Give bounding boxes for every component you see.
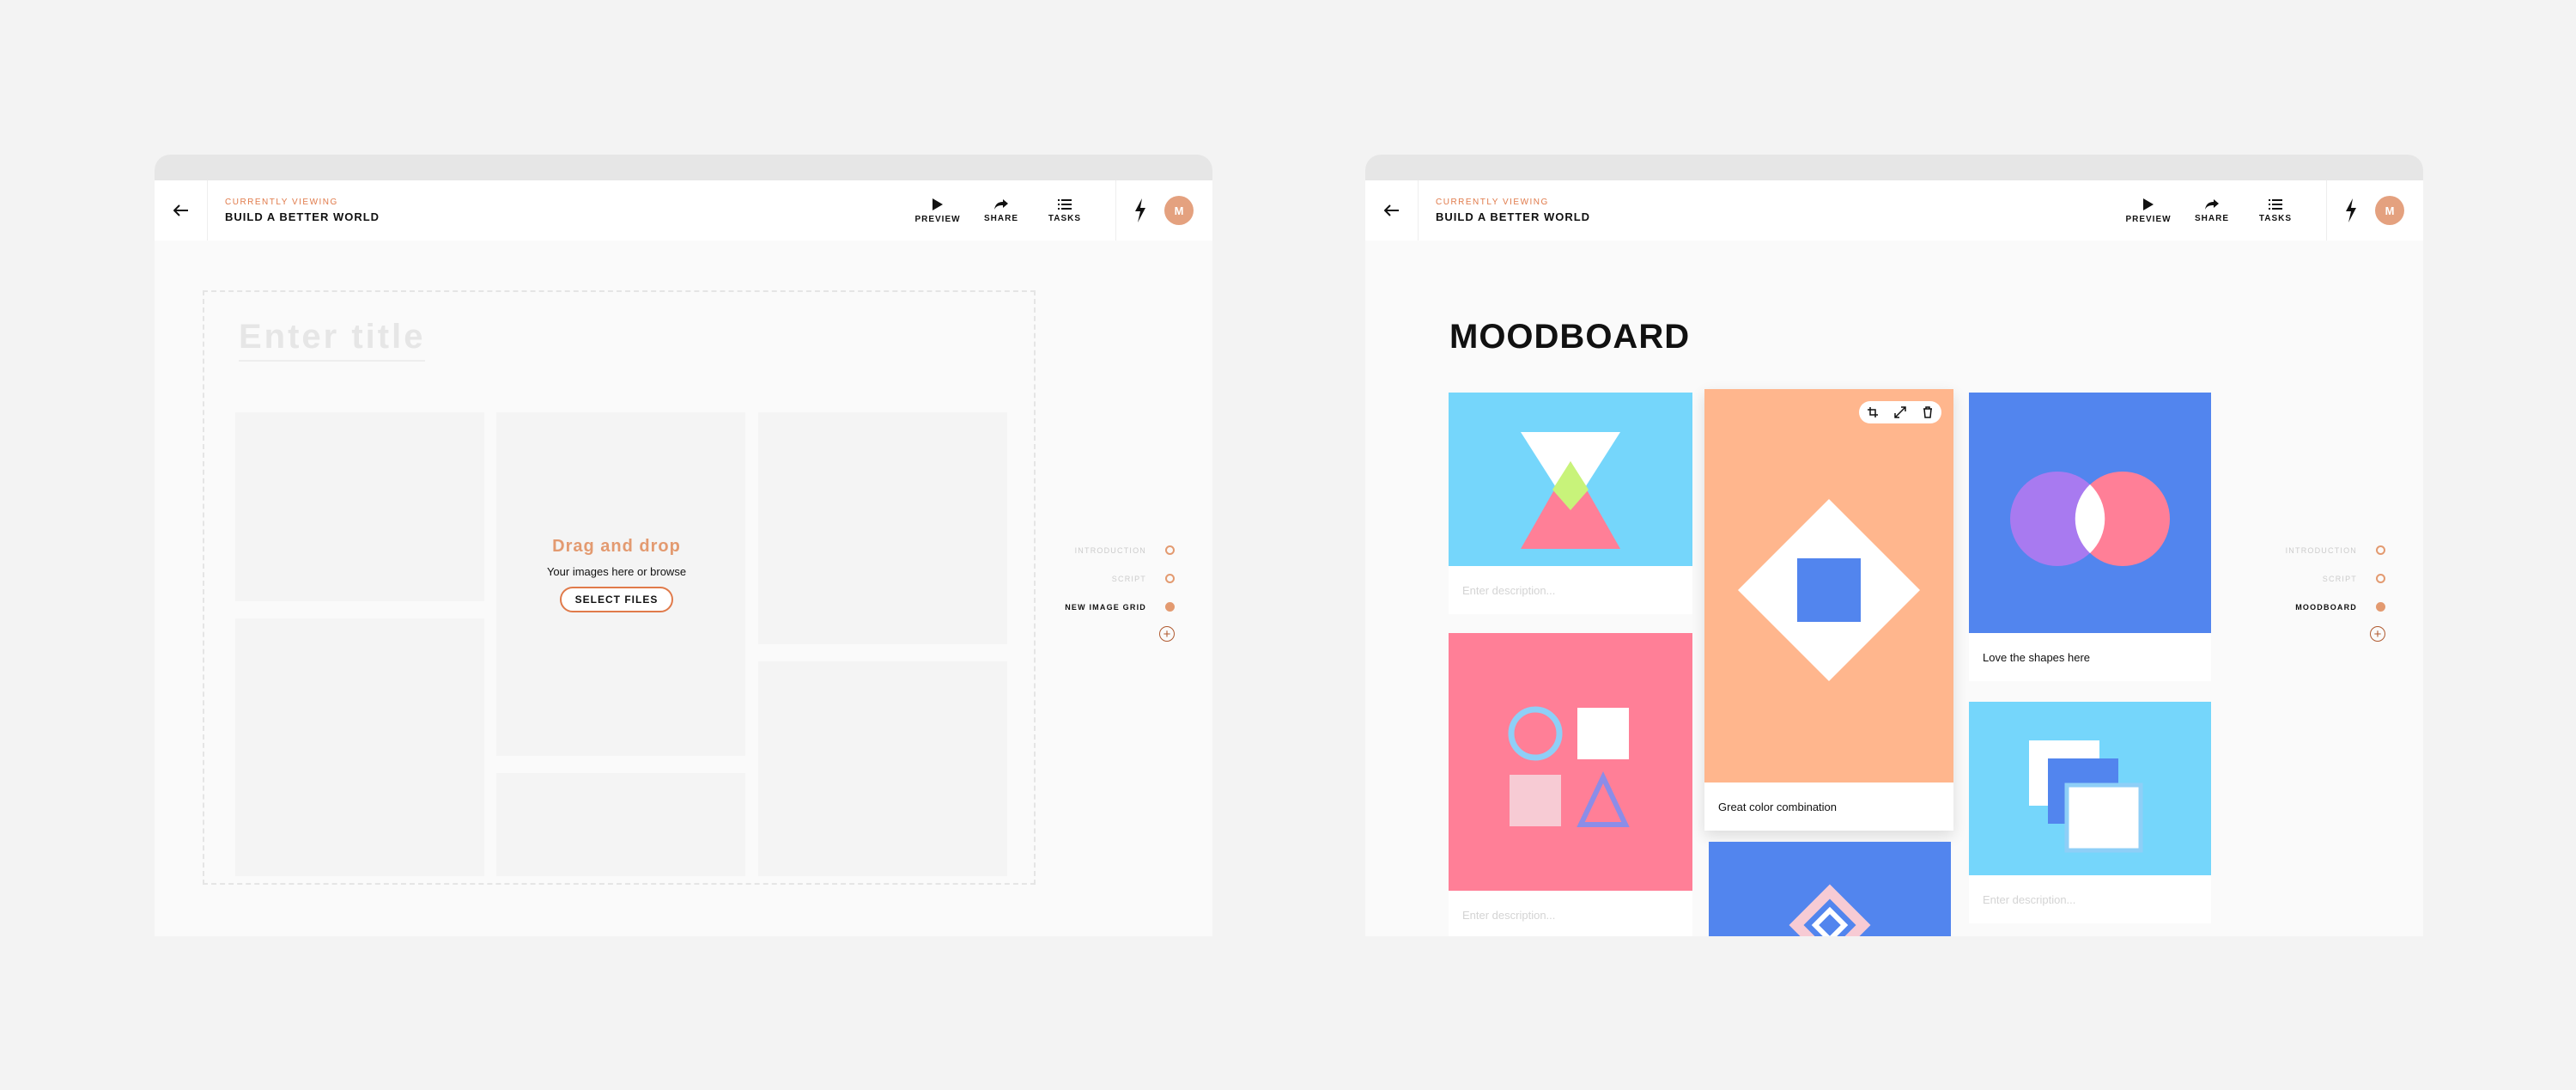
tasks-label: TASKS xyxy=(2258,213,2293,223)
tasks-label: TASKS xyxy=(1048,213,1082,223)
currently-viewing-label: CURRENTLY VIEWING xyxy=(225,198,338,207)
tasks-button[interactable]: TASKS xyxy=(1033,198,1097,223)
lightning-bolt-icon xyxy=(1135,198,1145,222)
share-label: SHARE xyxy=(983,213,1018,223)
nav-dot xyxy=(2376,545,2385,555)
list-icon xyxy=(2269,198,2282,210)
stacked-squares-image xyxy=(1969,702,2211,875)
shapes-collection-image xyxy=(1449,633,1692,891)
preview-label: PREVIEW xyxy=(914,214,961,224)
currently-viewing-label: CURRENTLY VIEWING xyxy=(1436,198,1549,207)
moodboard-card-hovered[interactable]: Great color combination xyxy=(1704,389,1953,831)
nav-item-introduction[interactable]: INTRODUCTION xyxy=(2214,536,2385,564)
bolt-button[interactable] xyxy=(1116,198,1164,222)
window-chrome xyxy=(1365,155,2423,180)
share-button[interactable]: SHARE xyxy=(2180,198,2244,223)
preview-button[interactable]: PREVIEW xyxy=(2117,198,2180,224)
add-section-button[interactable]: + xyxy=(1003,626,1175,642)
top-bar: CURRENTLY VIEWING BUILD A BETTER WORLD P… xyxy=(1365,180,2423,241)
nav-item-new-image-grid[interactable]: NEW IMAGE GRID xyxy=(1003,593,1175,621)
moodboard-card[interactable]: Love the shapes here xyxy=(1969,393,2211,681)
arrow-left-icon xyxy=(173,204,188,216)
preview-label: PREVIEW xyxy=(2125,214,2172,224)
preview-button[interactable]: PREVIEW xyxy=(906,198,969,224)
nav-label: NEW IMAGE GRID xyxy=(1065,602,1146,612)
avatar[interactable]: M xyxy=(2375,196,2404,225)
card-toolbar xyxy=(1859,401,1941,423)
placeholder-tile xyxy=(235,412,484,601)
description-text[interactable]: Great color combination xyxy=(1704,782,1953,831)
nav-label: INTRODUCTION xyxy=(2285,545,2357,555)
nav-item-script[interactable]: SCRIPT xyxy=(1003,564,1175,593)
description-text[interactable]: Love the shapes here xyxy=(1969,633,2211,681)
moodboard-card[interactable] xyxy=(1709,842,1951,936)
plus-icon: + xyxy=(2370,626,2385,642)
placeholder-tile xyxy=(235,618,484,876)
editor-window-empty: CURRENTLY VIEWING BUILD A BETTER WORLD P… xyxy=(155,155,1212,936)
share-arrow-icon xyxy=(2205,198,2219,210)
trash-icon[interactable] xyxy=(1923,406,1933,418)
avatar[interactable]: M xyxy=(1164,196,1194,225)
nav-dot-active xyxy=(2376,602,2385,612)
nav-dot xyxy=(1165,545,1175,555)
diamond-square-image xyxy=(1704,389,1953,782)
drag-and-drop-heading: Drag and drop xyxy=(552,537,681,556)
moodboard-card[interactable]: Enter description... xyxy=(1969,702,2211,923)
description-input[interactable]: Enter description... xyxy=(1449,566,1692,614)
nav-label: SCRIPT xyxy=(2322,574,2357,583)
arrow-left-icon xyxy=(1383,204,1399,216)
drag-and-drop-subtext: Your images here or browse xyxy=(546,565,687,578)
lightning-bolt-icon xyxy=(2346,198,2356,222)
nav-item-introduction[interactable]: INTRODUCTION xyxy=(1003,536,1175,564)
nav-dot xyxy=(1165,574,1175,583)
section-nav: INTRODUCTION SCRIPT MOODBOARD + xyxy=(2214,536,2385,642)
image-grid-dropzone[interactable]: Enter title Drag and drop Your images he… xyxy=(203,290,1036,885)
overlapping-circles-image xyxy=(1969,393,2211,633)
description-input[interactable]: Enter description... xyxy=(1969,875,2211,923)
top-bar: CURRENTLY VIEWING BUILD A BETTER WORLD P… xyxy=(155,180,1212,241)
nav-label: MOODBOARD xyxy=(2295,602,2357,612)
nav-dot-active xyxy=(1165,602,1175,612)
window-chrome xyxy=(155,155,1212,180)
list-icon xyxy=(1058,198,1072,210)
placeholder-tile xyxy=(758,661,1007,876)
project-title: BUILD A BETTER WORLD xyxy=(1436,210,1591,223)
title-input[interactable]: Enter title xyxy=(239,318,426,362)
moodboard-card[interactable]: Enter description... xyxy=(1449,393,1692,614)
nested-diamond-image xyxy=(1709,842,1951,936)
crop-icon[interactable] xyxy=(1867,407,1878,417)
add-section-button[interactable]: + xyxy=(2214,626,2385,642)
play-icon xyxy=(933,198,943,210)
drop-instructions: Drag and drop Your images here or browse… xyxy=(488,537,745,612)
share-button[interactable]: SHARE xyxy=(969,198,1033,223)
tasks-button[interactable]: TASKS xyxy=(2244,198,2307,223)
editor-window-moodboard: CURRENTLY VIEWING BUILD A BETTER WORLD P… xyxy=(1365,155,2423,936)
nav-item-script[interactable]: SCRIPT xyxy=(2214,564,2385,593)
play-icon xyxy=(2143,198,2154,210)
placeholder-tile xyxy=(758,412,1007,644)
nav-label: INTRODUCTION xyxy=(1074,545,1146,555)
bolt-button[interactable] xyxy=(2327,198,2375,222)
back-button[interactable] xyxy=(1365,180,1419,241)
page-title: MOODBOARD xyxy=(1449,318,1691,356)
nav-dot xyxy=(2376,574,2385,583)
nav-label: SCRIPT xyxy=(1111,574,1146,583)
nav-item-moodboard[interactable]: MOODBOARD xyxy=(2214,593,2385,621)
back-button[interactable] xyxy=(155,180,208,241)
description-input[interactable]: Enter description... xyxy=(1449,891,1692,936)
select-files-button[interactable]: SELECT FILES xyxy=(559,587,674,612)
project-title: BUILD A BETTER WORLD xyxy=(225,210,380,223)
share-arrow-icon xyxy=(994,198,1008,210)
placeholder-tile xyxy=(496,773,745,876)
share-label: SHARE xyxy=(2194,213,2229,223)
plus-icon: + xyxy=(1159,626,1175,642)
expand-icon[interactable] xyxy=(1894,406,1906,418)
section-nav: INTRODUCTION SCRIPT NEW IMAGE GRID + xyxy=(1003,536,1175,642)
hourglass-triangles-image xyxy=(1449,393,1692,566)
moodboard-card[interactable]: Enter description... xyxy=(1449,633,1692,936)
